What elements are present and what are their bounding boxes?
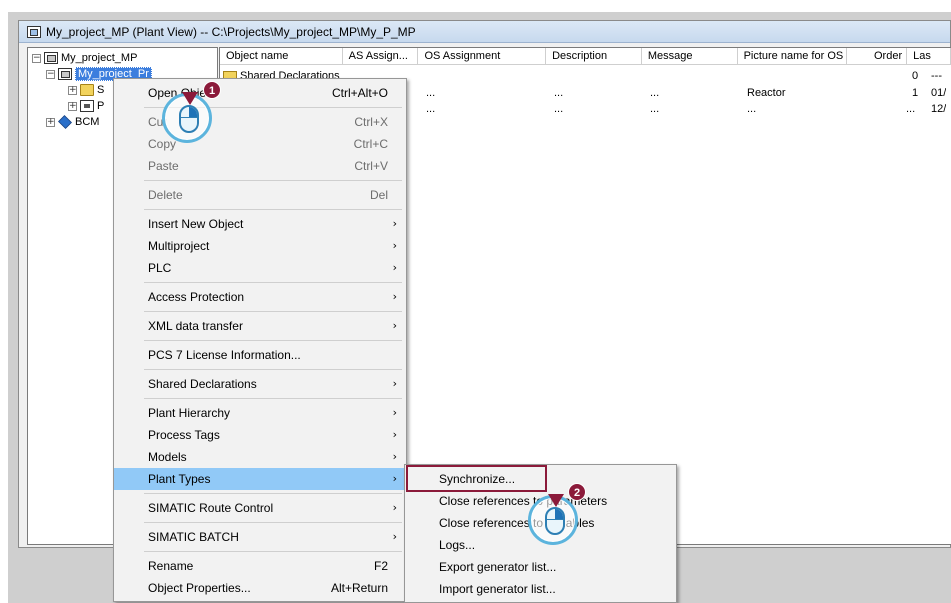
plant-view-icon: [27, 25, 41, 38]
tree-node-bcm[interactable]: + BCM: [46, 114, 99, 130]
collapse-icon[interactable]: −: [32, 53, 41, 63]
menu-item-process-tags[interactable]: Process Tags ›: [114, 424, 406, 446]
menu-item-plant-types[interactable]: Plant Types ›: [114, 468, 406, 490]
column-header-as-assignment[interactable]: AS Assign...: [343, 48, 419, 64]
cell-message: ...: [650, 103, 660, 115]
cell-order: ...: [906, 103, 916, 115]
menu-item-simatic-batch[interactable]: SIMATIC BATCH ›: [114, 526, 406, 548]
menu-item-xml-data-transfer[interactable]: XML data transfer ›: [114, 315, 406, 337]
tree-node-label: BCM: [75, 116, 100, 128]
collapse-icon[interactable]: −: [46, 69, 55, 79]
menu-item-paste[interactable]: Paste Ctrl+V: [114, 155, 406, 177]
submenu-arrow-icon: ›: [392, 261, 397, 274]
cell-description: ...: [554, 87, 564, 99]
mouse-icon: [179, 105, 199, 133]
cell-order: 1: [912, 87, 919, 99]
column-header-picture-name[interactable]: Picture name for OS: [738, 48, 848, 64]
column-header-message[interactable]: Message: [642, 48, 738, 64]
submenu-arrow-icon: ›: [392, 290, 397, 303]
column-header-order[interactable]: Order: [847, 48, 908, 64]
cell-last: 01/: [931, 87, 947, 99]
click-callout-1: [162, 92, 212, 143]
plant-icon: [80, 100, 94, 112]
submenu-arrow-icon: ›: [392, 319, 397, 332]
submenu-arrow-icon: ›: [392, 406, 397, 419]
tree-node-shared[interactable]: + S: [68, 82, 104, 98]
submenu-arrow-icon: ›: [392, 377, 397, 390]
step-number-badge: 2: [568, 483, 586, 501]
cell-description: ...: [554, 103, 564, 115]
menu-item-shared-declarations[interactable]: Shared Declarations ›: [114, 373, 406, 395]
cell-last: ---: [931, 70, 942, 82]
cell-order: 0: [912, 70, 919, 82]
title-bar: My_project_MP (Plant View) -- C:\Project…: [19, 21, 950, 43]
pointer-arrow-icon: [548, 494, 564, 507]
submenu-arrow-icon: ›: [392, 217, 397, 230]
submenu-arrow-icon: ›: [392, 472, 397, 485]
cell-os-assignment: ...: [426, 103, 436, 115]
tree-node-label: My_project_MP: [61, 52, 138, 64]
step-number-badge: 1: [203, 81, 221, 99]
expand-icon[interactable]: +: [46, 117, 55, 127]
expand-icon[interactable]: +: [68, 85, 77, 95]
column-header-description[interactable]: Description: [546, 48, 642, 64]
menu-item-delete[interactable]: Delete Del: [114, 184, 406, 206]
column-header-os-assignment[interactable]: OS Assignment: [418, 48, 547, 64]
menu-item-rename[interactable]: Rename F2: [114, 555, 406, 577]
list-header: Object name AS Assign... OS Assignment D…: [220, 48, 951, 65]
bcm-library-icon: [58, 115, 72, 129]
submenu-arrow-icon: ›: [392, 530, 397, 543]
menu-item-models[interactable]: Models ›: [114, 446, 406, 468]
submenu-arrow-icon: ›: [392, 450, 397, 463]
folder-icon: [80, 84, 94, 96]
menu-item-license-information[interactable]: PCS 7 License Information...: [114, 344, 406, 366]
menu-item-insert-new-object[interactable]: Insert New Object ›: [114, 213, 406, 235]
submenu-item-export-generator-list[interactable]: Export generator list...: [405, 556, 676, 578]
tree-node-multiproject[interactable]: − My_project_MP: [32, 50, 137, 66]
window-title: My_project_MP (Plant View) -- C:\Project…: [46, 24, 416, 39]
column-header-last[interactable]: Las: [907, 48, 951, 64]
submenu-arrow-icon: ›: [392, 501, 397, 514]
cell-picture-name: Reactor: [747, 87, 786, 99]
submenu-item-import-generator-list[interactable]: Import generator list...: [405, 578, 676, 600]
multiproject-icon: [44, 52, 58, 64]
menu-item-object-properties[interactable]: Object Properties... Alt+Return: [114, 577, 406, 599]
pointer-arrow-icon: [182, 92, 198, 105]
cell-message: ...: [650, 87, 660, 99]
expand-icon[interactable]: +: [68, 101, 77, 111]
column-header-object-name[interactable]: Object name: [220, 48, 343, 64]
menu-item-access-protection[interactable]: Access Protection ›: [114, 286, 406, 308]
context-menu: Open Object Ctrl+Alt+O Cut Ctrl+X Copy Ctrl…: [113, 78, 407, 602]
tree-node-plant[interactable]: + P: [68, 98, 104, 114]
menu-item-multiproject[interactable]: Multiproject ›: [114, 235, 406, 257]
menu-item-plc[interactable]: PLC ›: [114, 257, 406, 279]
click-callout-2: [528, 494, 578, 545]
submenu-arrow-icon: ›: [392, 428, 397, 441]
menu-item-copy[interactable]: Copy Ctrl+C: [114, 133, 406, 155]
cell-os-assignment: ...: [426, 87, 436, 99]
project-icon: [58, 68, 72, 80]
submenu-arrow-icon: ›: [392, 239, 397, 252]
menu-item-route-control[interactable]: SIMATIC Route Control ›: [114, 497, 406, 519]
menu-item-open-object[interactable]: Open Object Ctrl+Alt+O: [114, 82, 406, 104]
synchronize-highlight-box: [406, 465, 547, 492]
tree-node-label: P: [97, 100, 105, 112]
tree-node-label: S: [97, 84, 105, 96]
menu-item-cut[interactable]: Cut Ctrl+X: [114, 111, 406, 133]
cell-picture-name: ...: [747, 103, 757, 115]
desktop: My_project_MP (Plant View) -- C:\Project…: [0, 0, 951, 603]
cell-last: 12/: [931, 103, 947, 115]
menu-item-plant-hierarchy[interactable]: Plant Hierarchy ›: [114, 402, 406, 424]
mouse-icon: [545, 507, 565, 535]
